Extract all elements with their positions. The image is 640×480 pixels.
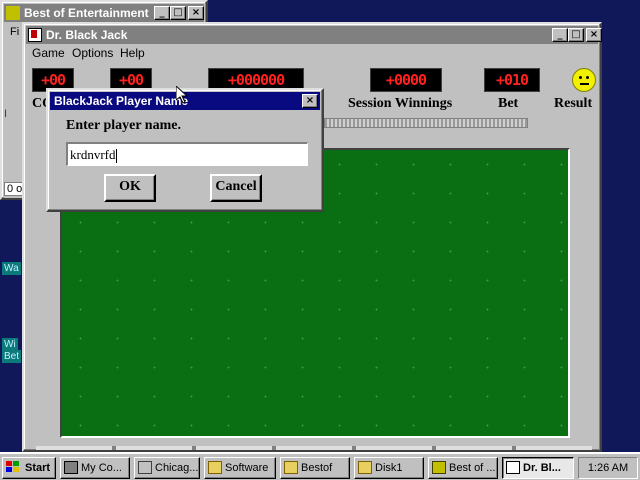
taskbar-item-label: Software (225, 462, 269, 474)
smiley-icon[interactable] (572, 68, 596, 92)
ok-button[interactable]: OK (104, 174, 156, 202)
blackjack-app-icon (506, 461, 520, 474)
maximize-button[interactable]: □ (568, 28, 584, 42)
player-name-input[interactable]: krdnvrfd (66, 142, 308, 166)
system-tray: 1:26 AM (578, 457, 638, 479)
menu-fragment[interactable]: Fi (10, 26, 19, 38)
start-button[interactable]: Start (2, 457, 56, 479)
taskbar-item-label: Best of ... (449, 462, 496, 474)
folder-icon (284, 461, 298, 474)
taskbar-item-chicago[interactable]: Chicag... (134, 457, 200, 479)
result-label: Result (554, 96, 593, 111)
taskbar-item-dr-black-jack[interactable]: Dr. Bl... (502, 457, 574, 479)
windows-logo-icon (6, 461, 20, 474)
blackjack-app-icon (28, 28, 42, 42)
close-button[interactable]: × (188, 6, 204, 20)
start-label: Start (25, 462, 51, 474)
desktop-icon-label[interactable]: Wa (2, 262, 21, 275)
taskbar: Start My Co... Chicag... Software Bestof… (0, 452, 640, 480)
taskbar-item-software[interactable]: Software (204, 457, 276, 479)
desktop-icon-label[interactable]: Bet (2, 350, 22, 363)
folder-icon (208, 461, 222, 474)
taskbar-item-label: Dr. Bl... (523, 462, 561, 474)
bet-label: Bet (498, 96, 519, 111)
app-icon (6, 6, 20, 20)
player-name-dialog[interactable]: BlackJack Player Name × Enter player nam… (46, 88, 324, 212)
dialog-prompt: Enter player name. (66, 118, 181, 133)
app-icon (432, 461, 446, 474)
session-winnings-label: Session Winnings (348, 96, 453, 111)
taskbar-item-bestof[interactable]: Bestof (280, 457, 350, 479)
session-winnings-led: +0000 (370, 68, 442, 92)
computer-icon (64, 461, 78, 474)
player-name-value: krdnvrfd (70, 147, 116, 162)
dialog-title: BlackJack Player Name (54, 94, 189, 108)
main-window[interactable]: Dr. Black Jack _ □ × Game Options Help +… (22, 22, 602, 452)
taskbar-item-my-computer[interactable]: My Co... (60, 457, 130, 479)
taskbar-item-best-of-entertainment[interactable]: Best of ... (428, 457, 498, 479)
bet-led: +010 (484, 68, 540, 92)
mouse-cursor-icon (176, 86, 188, 104)
taskbar-item-label: Chicag... (155, 462, 199, 474)
menu-options[interactable]: Options (72, 46, 113, 60)
close-button[interactable]: × (302, 94, 318, 108)
taskbar-item-disk1[interactable]: Disk1 (354, 457, 424, 479)
taskbar-item-label: My Co... (81, 462, 122, 474)
close-button[interactable]: × (586, 28, 602, 42)
menu-help[interactable]: Help (120, 46, 145, 60)
main-window-titlebar[interactable]: Dr. Black Jack _ □ × (26, 26, 602, 44)
menu-game[interactable]: Game (32, 46, 65, 60)
side-mark: I (4, 108, 8, 120)
taskbar-item-label: Bestof (301, 462, 333, 474)
main-window-title: Dr. Black Jack (46, 28, 128, 42)
drive-icon (138, 461, 152, 474)
clock[interactable]: 1:26 AM (588, 462, 628, 474)
minimize-button[interactable]: _ (552, 28, 568, 42)
bottom-button-row (36, 446, 592, 450)
minimize-button[interactable]: _ (154, 6, 170, 20)
maximize-button[interactable]: □ (170, 6, 186, 20)
text-cursor (115, 149, 117, 164)
cancel-button[interactable]: Cancel (210, 174, 262, 202)
back-window-title: Best of Entertainment (24, 6, 149, 20)
back-window-titlebar[interactable]: Best of Entertainment _ □ × (4, 4, 204, 22)
taskbar-item-label: Disk1 (375, 462, 403, 474)
deck-indicator (324, 118, 528, 128)
folder-icon (358, 461, 372, 474)
menu-bar: Game Options Help (26, 44, 598, 62)
